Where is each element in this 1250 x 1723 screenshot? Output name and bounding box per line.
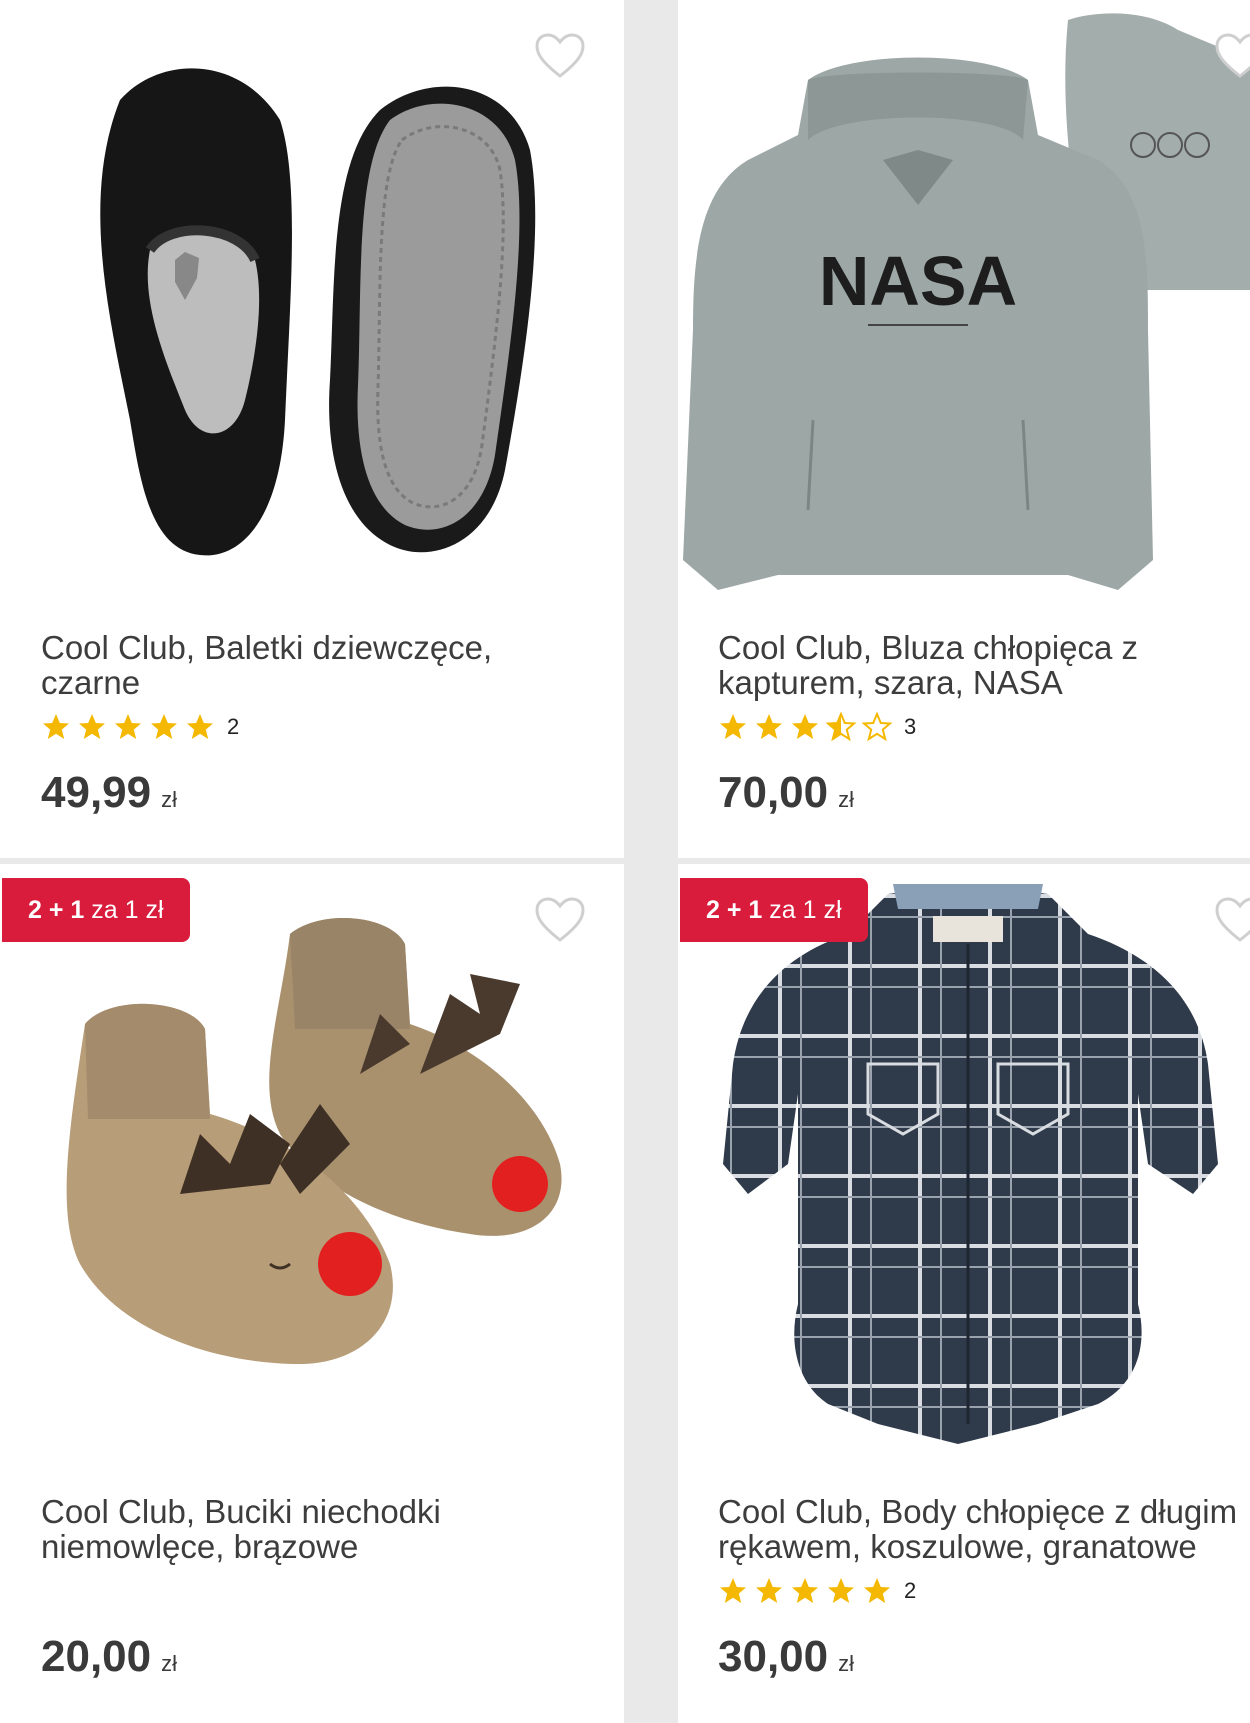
product-grid: Cool Club, Baletki dziewczęce, czarne 2 … — [0, 0, 1250, 1723]
price-amount: 20,00 — [41, 1632, 152, 1681]
rating-stars: 2 — [41, 712, 239, 742]
product-image[interactable] — [678, 864, 1250, 1484]
star-half-icon — [826, 712, 856, 742]
product-title[interactable]: Cool Club, Bluza chłopięca z kapturem, s… — [718, 630, 1248, 700]
star-icon — [864, 1578, 890, 1603]
star-icon — [792, 714, 818, 739]
heart-outline-icon[interactable] — [1214, 896, 1250, 944]
rating-count: 2 — [227, 714, 240, 739]
product-card[interactable]: 2 + 1 za 1 zł Cool Club, Buciki niechodk… — [0, 864, 624, 1723]
price: 30,00 zł — [718, 1632, 854, 1682]
star-icon — [79, 714, 105, 739]
rating-stars: 3 — [718, 712, 916, 742]
product-title[interactable]: Cool Club, Body chłopięce z długim rękaw… — [718, 1494, 1248, 1564]
rating-stars: 2 — [718, 1576, 916, 1606]
star-outline-icon — [862, 712, 892, 742]
star-icon — [792, 1578, 818, 1603]
star-icon — [720, 1578, 746, 1603]
price-amount: 49,99 — [41, 768, 152, 817]
product-card[interactable]: NASA Cool Club, Bluza chłopięca z kaptur… — [678, 0, 1250, 858]
promo-badge: 2 + 1 za 1 zł — [680, 878, 868, 942]
rating-count: 2 — [904, 1578, 917, 1603]
star-icon — [151, 714, 177, 739]
price-currency: zł — [838, 1651, 854, 1676]
price-currency: zł — [838, 787, 854, 812]
product-title[interactable]: Cool Club, Baletki dziewczęce, czarne — [41, 630, 581, 700]
star-icon — [756, 1578, 782, 1603]
promo-badge-text: za 1 zł — [762, 896, 842, 924]
price: 49,99 zł — [41, 768, 177, 818]
star-icon — [828, 1578, 854, 1603]
product-image[interactable] — [0, 0, 624, 620]
promo-badge-bold: 2 + 1 — [28, 896, 85, 924]
promo-badge-text: za 1 zł — [84, 896, 164, 924]
product-image[interactable] — [0, 864, 624, 1484]
price: 20,00 zł — [41, 1632, 177, 1682]
star-icon — [756, 714, 782, 739]
product-card[interactable]: 2 + 1 za 1 zł Cool Club, Body chłopięce … — [678, 864, 1250, 1723]
price-amount: 30,00 — [718, 1632, 829, 1681]
nasa-print: NASA — [819, 242, 1017, 320]
price-amount: 70,00 — [718, 768, 829, 817]
price-currency: zł — [161, 787, 177, 812]
star-icon — [720, 714, 746, 739]
promo-badge-bold: 2 + 1 — [706, 896, 763, 924]
heart-outline-icon[interactable] — [1214, 32, 1250, 80]
rating-count: 3 — [904, 714, 917, 739]
product-title[interactable]: Cool Club, Buciki niechodki niemowlęce, … — [41, 1494, 581, 1564]
price: 70,00 zł — [718, 768, 854, 818]
heart-outline-icon[interactable] — [534, 896, 586, 944]
product-image[interactable]: NASA — [678, 0, 1250, 620]
product-card[interactable]: Cool Club, Baletki dziewczęce, czarne 2 … — [0, 0, 624, 858]
star-icon — [115, 714, 141, 739]
heart-outline-icon[interactable] — [534, 32, 586, 80]
star-icon — [43, 714, 69, 739]
star-icon — [187, 714, 213, 739]
price-currency: zł — [161, 1651, 177, 1676]
promo-badge: 2 + 1 za 1 zł — [2, 878, 190, 942]
